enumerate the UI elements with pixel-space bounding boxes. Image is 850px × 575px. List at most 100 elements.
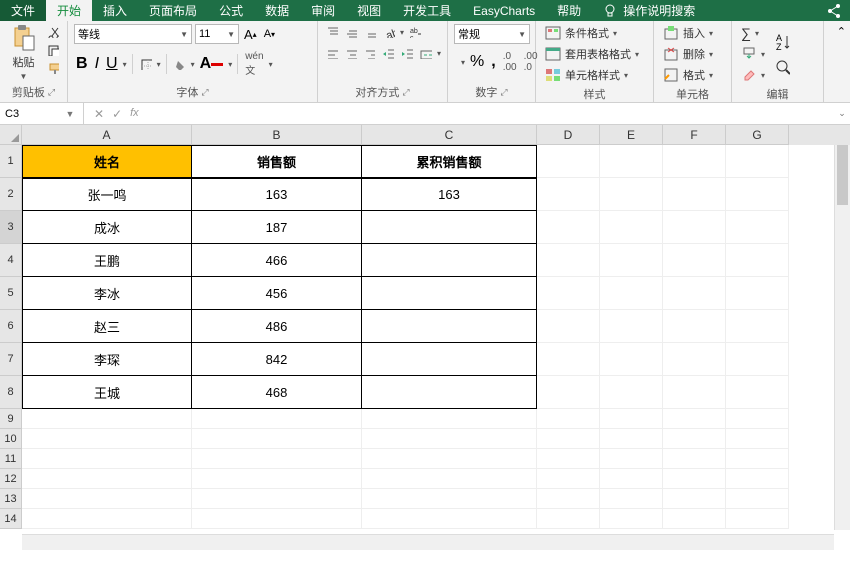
cell[interactable]: [537, 145, 600, 178]
cell[interactable]: [726, 509, 789, 529]
col-head-D[interactable]: D: [537, 125, 600, 145]
cell[interactable]: 466: [192, 244, 362, 277]
cell[interactable]: [726, 244, 789, 277]
cell[interactable]: [663, 469, 726, 489]
cell[interactable]: [600, 489, 663, 509]
cell[interactable]: [22, 409, 192, 429]
cell[interactable]: [537, 489, 600, 509]
cell[interactable]: [600, 449, 663, 469]
align-bottom-icon[interactable]: [362, 24, 378, 40]
row-head[interactable]: 3: [0, 211, 22, 244]
cell[interactable]: [362, 409, 537, 429]
cell[interactable]: [600, 509, 663, 529]
wrap-text-icon[interactable]: abc: [407, 24, 423, 40]
cell[interactable]: [600, 211, 663, 244]
cell[interactable]: [600, 409, 663, 429]
align-left-icon[interactable]: [324, 45, 340, 61]
row-head[interactable]: 11: [0, 449, 22, 469]
orientation-icon[interactable]: ab: [381, 24, 397, 40]
cell[interactable]: [663, 145, 726, 178]
col-head-B[interactable]: B: [192, 125, 362, 145]
cell[interactable]: [726, 277, 789, 310]
col-head-G[interactable]: G: [726, 125, 789, 145]
vertical-scrollbar[interactable]: [834, 145, 850, 530]
row-head[interactable]: 12: [0, 469, 22, 489]
enter-formula-icon[interactable]: ✓: [112, 107, 122, 121]
cell[interactable]: 成冰: [22, 211, 192, 244]
cell[interactable]: [362, 489, 537, 509]
cell[interactable]: [537, 376, 600, 409]
cell[interactable]: [663, 489, 726, 509]
cell[interactable]: [726, 310, 789, 343]
cell[interactable]: [537, 343, 600, 376]
row-head[interactable]: 6: [0, 310, 22, 343]
cell[interactable]: [600, 343, 663, 376]
cell[interactable]: [537, 277, 600, 310]
tab-file[interactable]: 文件: [0, 0, 46, 21]
cell[interactable]: [362, 343, 537, 376]
cell[interactable]: [663, 310, 726, 343]
cell[interactable]: [600, 277, 663, 310]
cell[interactable]: [663, 343, 726, 376]
tab-insert[interactable]: 插入: [92, 0, 138, 21]
cell[interactable]: [726, 469, 789, 489]
row-head[interactable]: 2: [0, 178, 22, 211]
cell[interactable]: [362, 211, 537, 244]
cell[interactable]: [600, 429, 663, 449]
decrease-font-icon[interactable]: A▾: [262, 26, 277, 42]
cell[interactable]: [600, 376, 663, 409]
cell[interactable]: 王鹏: [22, 244, 192, 277]
col-head-A[interactable]: A: [22, 125, 192, 145]
cell-styles-button[interactable]: 单元格样式▾: [542, 66, 647, 84]
delete-cells-button[interactable]: 删除▾: [660, 45, 725, 63]
cell[interactable]: [362, 277, 537, 310]
cell[interactable]: [600, 469, 663, 489]
cell[interactable]: [22, 449, 192, 469]
increase-decimal-icon[interactable]: .0.00: [501, 49, 519, 75]
find-select-icon[interactable]: [772, 56, 792, 78]
tab-dev[interactable]: 开发工具: [392, 0, 462, 21]
cell[interactable]: [362, 429, 537, 449]
cell[interactable]: [726, 409, 789, 429]
cell[interactable]: [537, 211, 600, 244]
cell[interactable]: [192, 409, 362, 429]
tell-me[interactable]: 操作说明搜索: [592, 0, 705, 21]
cell[interactable]: [192, 429, 362, 449]
increase-font-icon[interactable]: A▴: [242, 25, 259, 44]
cell[interactable]: 累积销售额: [362, 145, 537, 178]
cell[interactable]: [22, 509, 192, 529]
cell[interactable]: [726, 145, 789, 178]
cell[interactable]: [537, 429, 600, 449]
row-head[interactable]: 8: [0, 376, 22, 409]
underline-button[interactable]: U: [104, 53, 120, 75]
align-middle-icon[interactable]: [343, 24, 359, 40]
cell[interactable]: [663, 376, 726, 409]
fill-button[interactable]: ▾: [738, 45, 768, 63]
conditional-format-button[interactable]: 条件格式▾: [542, 24, 647, 42]
cell[interactable]: 销售额: [192, 145, 362, 178]
border-icon[interactable]: [138, 56, 154, 72]
cell[interactable]: [663, 211, 726, 244]
indent-dec-icon[interactable]: [380, 45, 396, 61]
tab-help[interactable]: 帮助: [546, 0, 592, 21]
share-icon[interactable]: [824, 1, 844, 21]
cell[interactable]: [537, 509, 600, 529]
align-right-icon[interactable]: [362, 45, 378, 61]
cell[interactable]: 187: [192, 211, 362, 244]
cell[interactable]: 163: [192, 178, 362, 211]
autosum-button[interactable]: ∑▾: [738, 24, 768, 42]
number-format-combo[interactable]: 常规▼: [454, 24, 530, 44]
cell[interactable]: [600, 310, 663, 343]
cell[interactable]: [600, 178, 663, 211]
cell[interactable]: 456: [192, 277, 362, 310]
select-all-corner[interactable]: [0, 125, 22, 145]
cell[interactable]: [663, 409, 726, 429]
row-head[interactable]: 10: [0, 429, 22, 449]
italic-button[interactable]: I: [93, 53, 101, 75]
format-painter-icon[interactable]: [45, 60, 61, 76]
cell[interactable]: [192, 489, 362, 509]
cell[interactable]: [726, 211, 789, 244]
copy-icon[interactable]: [45, 42, 61, 58]
tab-formula[interactable]: 公式: [208, 0, 254, 21]
align-center-icon[interactable]: [343, 45, 359, 61]
